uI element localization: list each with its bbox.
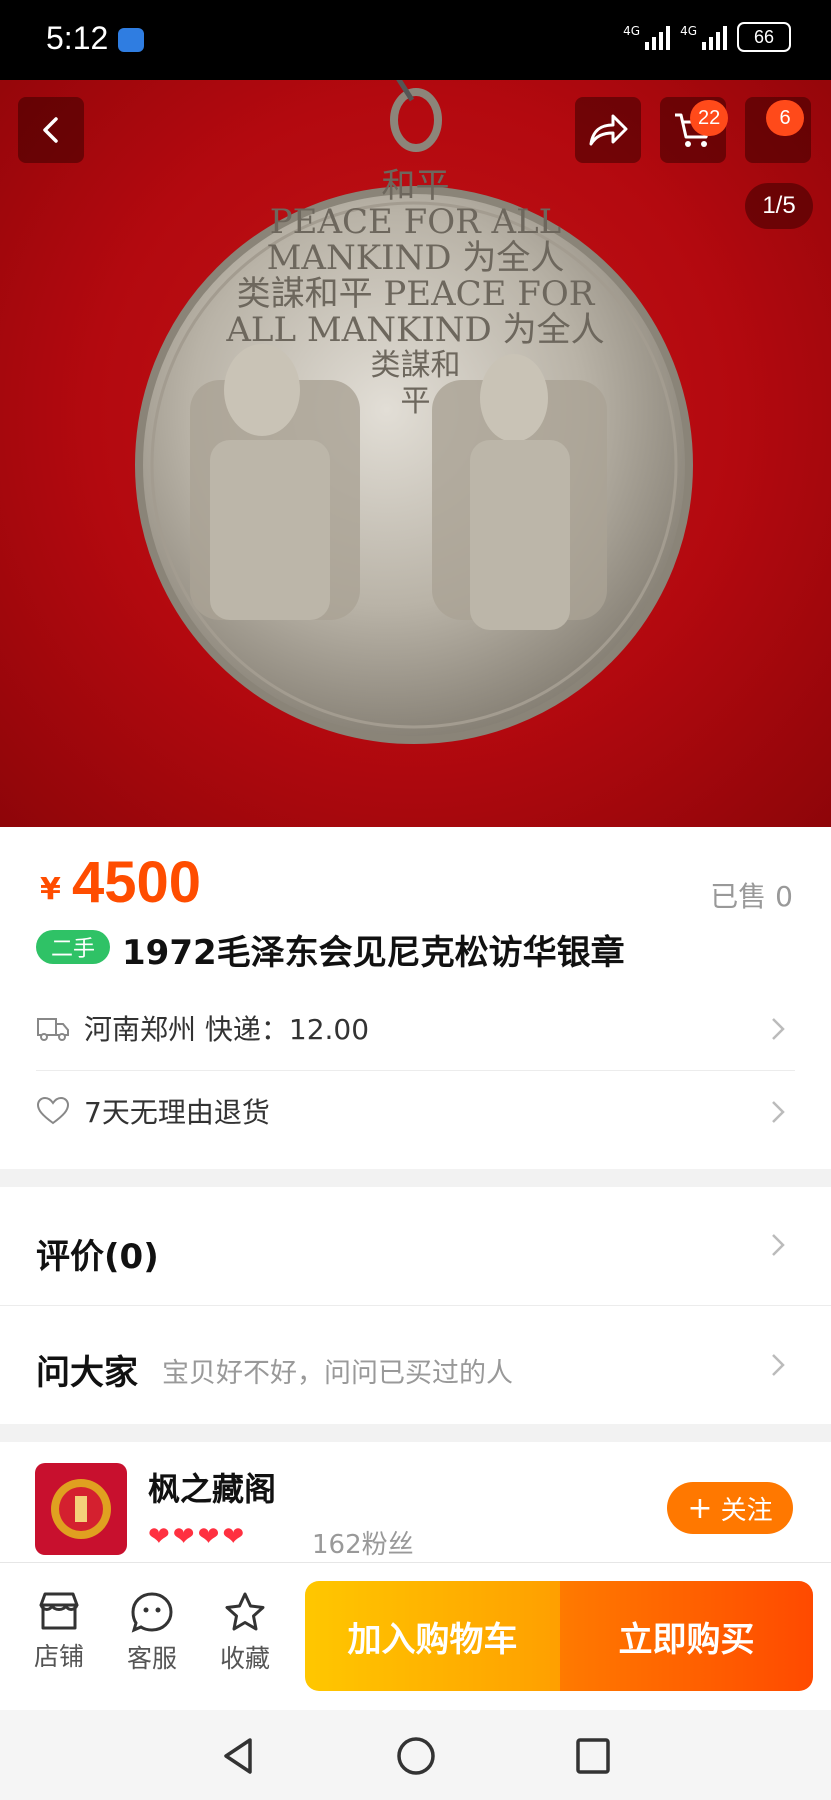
- buy-now-button[interactable]: 立即购买: [560, 1581, 813, 1691]
- product-image[interactable]: 和平 PEACE FOR ALL MANKIND 为全人 类謀和平 PEACE …: [0, 80, 831, 827]
- reviews-row[interactable]: 评价(0): [0, 1187, 831, 1305]
- image-pager: 1/5: [745, 183, 813, 229]
- nav-back-icon[interactable]: [220, 1736, 256, 1776]
- medal-line-1: 和平: [381, 166, 450, 206]
- medal-line-7: 平: [400, 384, 431, 419]
- store-icon: [39, 1592, 79, 1630]
- heart-icon: ❤: [172, 1522, 195, 1552]
- sold-count: 已售 0: [710, 880, 793, 913]
- shop-logo-emblem: [51, 1479, 111, 1539]
- chevron-left-icon: [43, 117, 58, 143]
- truck-icon: [37, 1018, 69, 1041]
- signal-icon-2: 4G: [680, 24, 727, 50]
- chevron-right-icon: [772, 1101, 785, 1123]
- share-button[interactable]: [575, 97, 641, 163]
- shop-card[interactable]: 枫之藏阁 ❤ ❤ ❤ ❤ 162粉丝 + 关注: [0, 1442, 831, 1562]
- chat-face-icon: [131, 1592, 173, 1633]
- reviews-title: 评价(0): [36, 1237, 159, 1277]
- add-to-cart-button[interactable]: 加入购物车: [305, 1581, 560, 1691]
- medal-line-3: MANKIND 为全人: [266, 238, 565, 278]
- medal-inscription: 和平 PEACE FOR ALL MANKIND 为全人 类謀和平 PEACE …: [0, 168, 831, 420]
- shop-name: 枫之藏阁: [148, 1470, 277, 1508]
- nav-home-icon[interactable]: [395, 1735, 437, 1777]
- back-button[interactable]: [18, 97, 84, 163]
- plus-icon: +: [687, 1490, 713, 1526]
- star-icon: [225, 1592, 265, 1631]
- chevron-right-icon: [772, 1234, 785, 1256]
- network-label-1: 4G: [623, 24, 641, 38]
- service-label: 客服: [126, 1644, 177, 1673]
- status-indicators: 4G 4G 66: [623, 22, 791, 52]
- medal-line-2: PEACE FOR ALL: [269, 202, 562, 242]
- reviews-card: 评价(0) 问大家 宝贝好不好，问问已买过的人: [0, 1187, 831, 1424]
- follow-button[interactable]: + 关注: [667, 1482, 793, 1534]
- heart-outline-icon: [36, 1096, 70, 1125]
- cart-count-badge: 22: [690, 100, 729, 136]
- share-icon: [589, 114, 628, 146]
- battery-icon: 66: [737, 22, 791, 52]
- bottom-action-bar: 店铺 客服 收藏 加入购物车 立即购买: [0, 1562, 831, 1711]
- currency-symbol: ¥: [40, 872, 61, 907]
- heart-icon: ❤: [148, 1522, 170, 1552]
- product-price: 4500: [72, 850, 202, 915]
- store-button[interactable]: 店铺: [19, 1591, 99, 1673]
- product-title: 1972毛泽东会见尼克松访华银章: [122, 933, 625, 973]
- return-policy: 7天无理由退货: [84, 1096, 270, 1129]
- fan-count: 162粉丝: [312, 1530, 414, 1560]
- condition-tag: 二手: [36, 930, 110, 964]
- medal-line-4: 类謀和平 PEACE FOR: [236, 274, 595, 314]
- follow-label: 关注: [720, 1495, 773, 1526]
- return-policy-row[interactable]: 7天无理由退货: [36, 1070, 795, 1152]
- network-label-2: 4G: [680, 24, 697, 38]
- medal-line-6: 类謀和: [370, 348, 461, 383]
- nav-recent-icon[interactable]: [574, 1736, 612, 1776]
- shipping-row[interactable]: 河南郑州 快递：12.00: [36, 987, 795, 1069]
- system-nav-bar: [0, 1710, 831, 1800]
- signal-icon: 4G: [623, 24, 671, 50]
- store-label: 店铺: [33, 1642, 84, 1671]
- chevron-right-icon: [772, 1018, 785, 1040]
- medal-line-5: ALL MANKIND 为全人: [226, 310, 605, 350]
- shop-logo[interactable]: [35, 1463, 127, 1555]
- ask-hint: 宝贝好不好，问问已买过的人: [162, 1358, 513, 1389]
- ask-title: 问大家: [36, 1353, 138, 1393]
- favorite-label: 收藏: [219, 1644, 270, 1673]
- product-info-card: ¥ 4500 已售 0 二手 1972毛泽东会见尼克松访华银章 河南郑州 快递：…: [0, 827, 831, 1169]
- favorite-button[interactable]: 收藏: [205, 1591, 285, 1675]
- status-bar: 5:12 4G 4G 66: [0, 0, 831, 80]
- shop-rating-hearts: ❤ ❤ ❤ ❤: [148, 1522, 244, 1552]
- chevron-right-icon: [772, 1354, 785, 1376]
- heart-icon: ❤: [222, 1522, 245, 1552]
- weather-app-icon: [118, 28, 144, 52]
- status-time: 5:12: [46, 20, 109, 56]
- customer-service-button[interactable]: 客服: [112, 1591, 192, 1675]
- heart-icon: ❤: [197, 1522, 220, 1552]
- message-count-badge: 6: [766, 100, 804, 136]
- ask-row[interactable]: 问大家 宝贝好不好，问问已买过的人: [0, 1305, 831, 1424]
- shipping-info: 河南郑州 快递：12.00: [84, 1013, 370, 1046]
